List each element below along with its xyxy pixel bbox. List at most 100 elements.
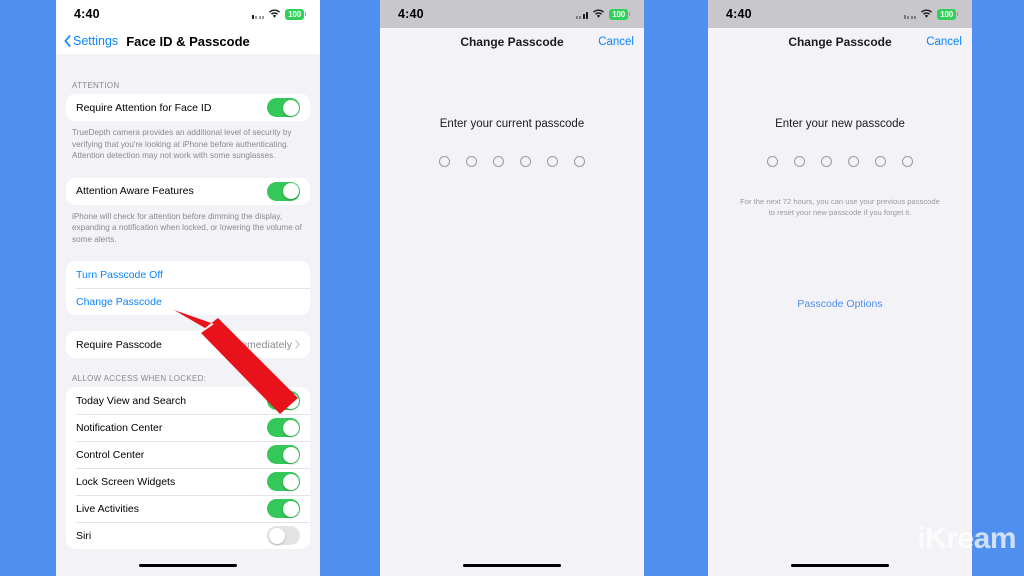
- chevron-left-icon: [64, 35, 71, 47]
- allow-access-row-today-view[interactable]: Today View and Search: [66, 387, 310, 414]
- row-label: Require Passcode: [76, 338, 162, 351]
- passcode-prompt: Enter your current passcode: [439, 118, 585, 130]
- passcode-dot: [794, 156, 805, 167]
- battery-level: 100: [285, 8, 304, 20]
- chevron-right-icon: [295, 340, 300, 349]
- aware-footnote: iPhone will check for attention before d…: [72, 211, 302, 244]
- passcode-prompt: Enter your new passcode: [775, 118, 905, 130]
- passcode-dot: [520, 156, 531, 167]
- status-time: 4:40: [398, 7, 424, 21]
- status-indicators: 100: [251, 8, 306, 20]
- home-indicator: [463, 563, 561, 567]
- control-center-toggle[interactable]: [267, 445, 300, 464]
- battery-level: 100: [937, 8, 956, 20]
- status-time: 4:40: [74, 7, 100, 21]
- screenshot-stage: 4:40 100 Settings Face ID & Passcode ATT…: [0, 0, 1024, 576]
- row-label: Notification Center: [76, 421, 163, 434]
- row-label: Siri: [76, 529, 92, 542]
- row-label: Live Activities: [76, 502, 140, 515]
- status-indicators: 100: [575, 8, 630, 20]
- lock-screen-widgets-toggle[interactable]: [267, 472, 300, 491]
- battery-icon: 100: [937, 8, 958, 20]
- status-indicators: 100: [903, 8, 958, 20]
- passcode-dot: [493, 156, 504, 167]
- siri-toggle[interactable]: [267, 526, 300, 545]
- allow-access-header: ALLOW ACCESS WHEN LOCKED:: [72, 374, 207, 383]
- require-passcode-value: Immediately: [235, 338, 292, 351]
- turn-passcode-off-row[interactable]: Turn Passcode Off: [66, 261, 310, 288]
- row-label: Attention Aware Features: [76, 185, 194, 197]
- passcode-actions-card: Turn Passcode Off Change Passcode: [66, 261, 310, 315]
- change-passcode-row[interactable]: Change Passcode: [66, 288, 310, 315]
- change-passcode-label: Change Passcode: [76, 295, 162, 308]
- cancel-button[interactable]: Cancel: [926, 36, 962, 48]
- status-bar: 4:40 100: [708, 0, 972, 28]
- battery-icon: 100: [609, 8, 630, 20]
- require-attention-card: Require Attention for Face ID: [66, 94, 310, 121]
- battery-icon: 100: [285, 8, 306, 20]
- require-attention-row[interactable]: Require Attention for Face ID: [66, 94, 310, 121]
- row-label: Control Center: [76, 448, 145, 461]
- wifi-icon: [592, 9, 605, 19]
- status-bar: 4:40 100: [56, 0, 320, 28]
- row-label: Require Attention for Face ID: [76, 101, 212, 114]
- passcode-dots: [708, 156, 972, 167]
- require-attention-toggle[interactable]: [267, 98, 300, 117]
- phone-screen-settings: 4:40 100 Settings Face ID & Passcode ATT…: [56, 0, 320, 576]
- allow-access-row-live-activities[interactable]: Live Activities: [66, 495, 310, 522]
- row-label: Today View and Search: [76, 394, 187, 407]
- phone-screen-new-passcode: 4:40 100 Change Passcode Cancel Enter yo…: [708, 0, 972, 576]
- wifi-icon: [268, 9, 281, 19]
- wifi-icon: [920, 9, 933, 19]
- back-to-settings-button[interactable]: Settings: [56, 34, 118, 48]
- allow-access-row-lock-screen-widgets[interactable]: Lock Screen Widgets: [66, 468, 310, 495]
- back-label: Settings: [73, 34, 119, 48]
- passcode-options-button[interactable]: Passcode Options: [708, 298, 972, 310]
- home-indicator: [791, 563, 889, 567]
- change-passcode-sheet: Change Passcode Cancel Enter your new pa…: [708, 28, 972, 576]
- attention-aware-row[interactable]: Attention Aware Features: [66, 178, 310, 205]
- attention-group-header: ATTENTION: [72, 81, 120, 90]
- notification-center-toggle[interactable]: [267, 418, 300, 437]
- today-view-toggle[interactable]: [267, 391, 300, 410]
- cancel-button[interactable]: Cancel: [598, 36, 634, 48]
- attention-aware-card: Attention Aware Features: [66, 177, 310, 205]
- allow-access-row-siri[interactable]: Siri: [66, 522, 310, 549]
- watermark: iKream: [917, 522, 1016, 555]
- allow-access-card: Today View and Search Notification Cente…: [66, 387, 310, 549]
- status-bar: 4:40 100: [380, 0, 644, 28]
- attention-aware-toggle[interactable]: [267, 181, 300, 201]
- status-time: 4:40: [726, 7, 752, 21]
- signal-bars-icon: [251, 10, 265, 19]
- change-passcode-sheet: Change Passcode Cancel Enter your curren…: [380, 28, 644, 576]
- require-passcode-value-wrap: Immediately: [235, 339, 300, 351]
- passcode-dot: [547, 156, 558, 167]
- attention-footnote: TrueDepth camera provides an additional …: [72, 128, 292, 160]
- passcode-dots: [380, 156, 644, 167]
- sheet-header: Change Passcode Cancel: [380, 28, 644, 56]
- passcode-reset-hint: For the next 72 hours, you can use your …: [740, 197, 940, 217]
- passcode-dot: [767, 156, 778, 167]
- home-indicator: [139, 563, 237, 567]
- passcode-dot: [821, 156, 832, 167]
- passcode-dot: [848, 156, 859, 167]
- passcode-dot: [439, 156, 450, 167]
- signal-bars-icon: [575, 10, 589, 19]
- passcode-dot: [466, 156, 477, 167]
- live-activities-toggle[interactable]: [267, 499, 300, 518]
- allow-access-row-control-center[interactable]: Control Center: [66, 441, 310, 468]
- require-passcode-row[interactable]: Require Passcode Immediately: [66, 331, 310, 358]
- signal-bars-icon: [903, 10, 917, 19]
- require-passcode-card: Require Passcode Immediately: [66, 331, 310, 358]
- settings-scroll-area[interactable]: enroll another appearance, Face ID needs…: [56, 54, 320, 576]
- phone-screen-current-passcode: 4:40 100 Change Passcode Cancel Enter yo…: [380, 0, 644, 576]
- passcode-dot: [875, 156, 886, 167]
- passcode-dot: [902, 156, 913, 167]
- row-label: Lock Screen Widgets: [76, 475, 176, 488]
- truncated-footnote-top: enroll another appearance, Face ID needs…: [66, 53, 310, 65]
- allow-access-row-notification-center[interactable]: Notification Center: [66, 414, 310, 441]
- turn-passcode-off-label: Turn Passcode Off: [76, 268, 163, 281]
- sheet-header: Change Passcode Cancel: [708, 28, 972, 56]
- passcode-dot: [574, 156, 585, 167]
- navigation-bar: Settings Face ID & Passcode: [56, 28, 320, 54]
